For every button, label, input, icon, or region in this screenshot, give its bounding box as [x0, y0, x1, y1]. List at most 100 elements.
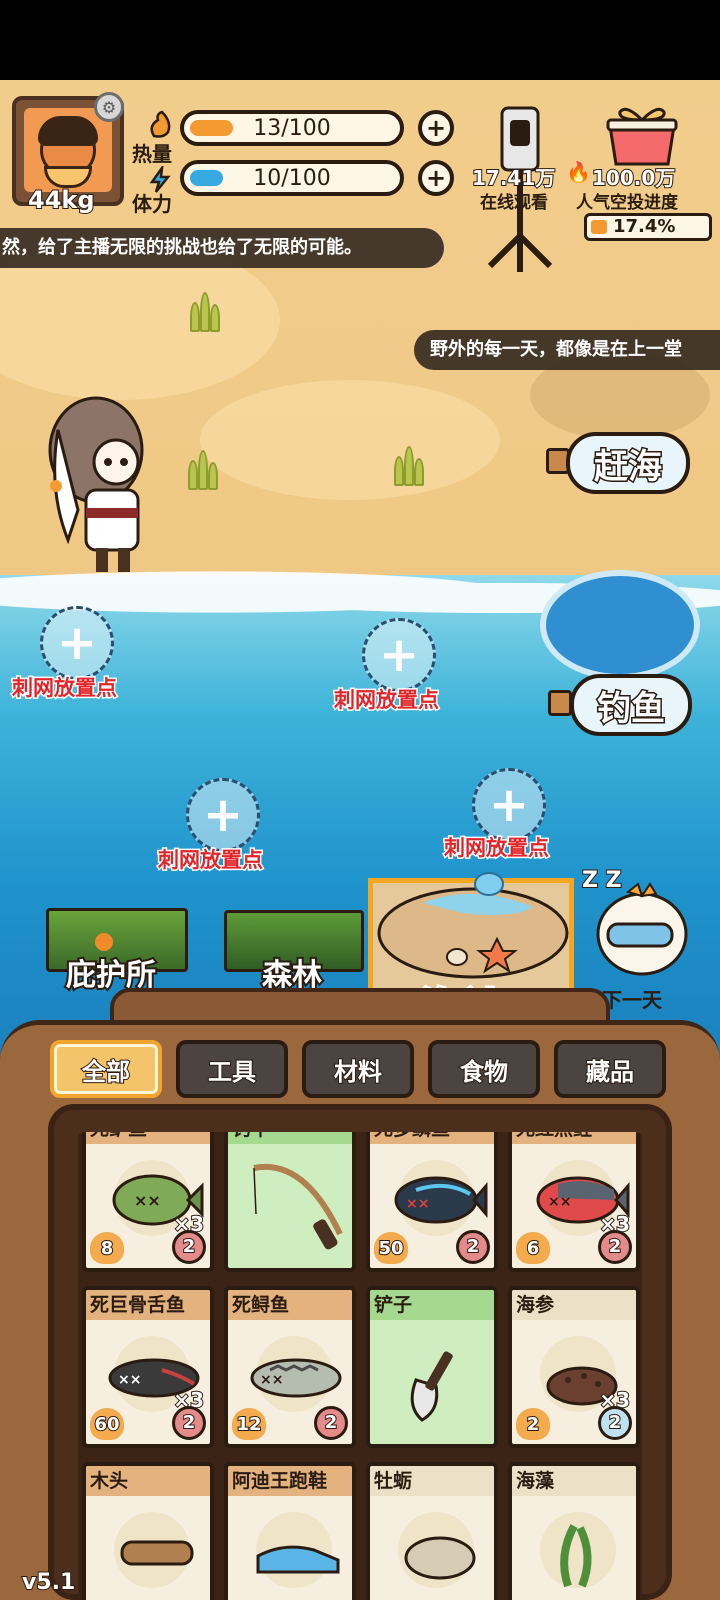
item-weight-badge: 2 — [598, 1406, 632, 1440]
shoe-icon — [256, 1545, 340, 1574]
inventory-panel: 死鲈鱼×××382钓竿死多鳞鱼××502死红点鲑×××362死巨骨舌鱼×××36… — [48, 1104, 672, 1600]
item-weight-badge: 2 — [172, 1406, 206, 1440]
player-weight: 44kg — [27, 185, 96, 215]
inventory-grid[interactable]: 死鲈鱼×××382钓竿死多鳞鱼××502死红点鲑×××362死巨骨舌鱼×××36… — [78, 1132, 642, 1600]
heat-value: 13/100 — [253, 116, 331, 141]
item-name: 铲子 — [370, 1290, 494, 1320]
net-slot-label: 刺网放置点 — [11, 675, 119, 702]
popularity-count: 100.0万 — [591, 165, 676, 191]
stamina-bar: 10/100 — [180, 160, 404, 196]
scrolling-message: 然，给了主播无限的挑战也给了无限的可能。 — [0, 228, 444, 268]
item-weight-badge: 2 — [456, 1230, 490, 1264]
airdrop-progress-value: 17.4% — [613, 216, 676, 237]
item-name: 海藻 — [512, 1466, 636, 1496]
grass-tuft — [188, 288, 224, 332]
net-slot-button[interactable]: + — [362, 618, 436, 692]
sleep-zzz-icon: Z Z — [581, 867, 623, 894]
heat-label: 热量 — [132, 142, 172, 166]
oyster-icon — [404, 1536, 476, 1580]
fishing-rod-icon — [253, 1163, 343, 1250]
net-slot-label: 刺网放置点 — [333, 687, 441, 714]
inventory-item[interactable]: 阿迪王跑鞋 — [224, 1462, 356, 1600]
grass-tuft — [392, 442, 428, 486]
inventory-item[interactable]: 木头 — [82, 1462, 214, 1600]
svg-text:××: ×× — [406, 1196, 429, 1212]
item-calorie-badge: 12 — [232, 1408, 266, 1440]
inventory-item[interactable]: 死多鳞鱼 ×× 50 2 — [366, 1132, 498, 1272]
item-calorie-badge: 60 — [90, 1408, 124, 1440]
airdrop-progress-fill — [591, 220, 607, 234]
shovel-icon — [410, 1351, 453, 1422]
item-name: 死鲟鱼 — [228, 1290, 352, 1320]
net-slot-label: 刺网放置点 — [443, 835, 551, 862]
inventory-item[interactable]: 牡蛎 — [366, 1462, 498, 1600]
fish-jump-icon — [474, 872, 504, 896]
item-name: 木头 — [86, 1466, 210, 1496]
add-stamina-button[interactable]: + — [418, 160, 454, 196]
item-calorie-badge: 8 — [90, 1232, 124, 1264]
stamina-value: 10/100 — [253, 166, 331, 191]
tab-collectibles[interactable]: 藏品 — [554, 1040, 666, 1098]
gear-icon[interactable]: ⚙ — [94, 92, 124, 122]
sand-dune — [200, 380, 500, 500]
heat-icon — [146, 110, 174, 138]
add-heat-button[interactable]: + — [418, 110, 454, 146]
item-name: 死红点鲑 — [512, 1132, 636, 1144]
item-calorie-badge: 2 — [516, 1408, 550, 1440]
inventory-item[interactable]: 死巨骨舌鱼 ×× ×3 60 2 — [82, 1286, 214, 1448]
scrolling-message: 野外的每一天，都像是在上一堂 — [414, 330, 720, 370]
inventory-item[interactable]: 钓竿 — [224, 1132, 356, 1272]
inventory-item[interactable]: 海参 ×3 2 2 — [508, 1286, 640, 1448]
tab-materials[interactable]: 材料 — [302, 1040, 414, 1098]
grass-tuft — [186, 446, 222, 490]
stamina-label: 体力 — [132, 192, 172, 216]
tide-collect-button[interactable]: 赶海 — [566, 432, 690, 494]
svg-text:××: ×× — [134, 1191, 161, 1210]
item-calorie-badge: 50 — [374, 1232, 408, 1264]
gift-box-icon[interactable] — [604, 104, 680, 166]
wood-icon — [120, 1540, 194, 1566]
heat-bar: 13/100 — [180, 110, 404, 146]
svg-text:××: ×× — [548, 1194, 571, 1210]
inventory-item[interactable]: 死红点鲑×××362 — [508, 1132, 640, 1272]
item-weight-badge: 2 — [598, 1230, 632, 1264]
item-name: 牡蛎 — [370, 1466, 494, 1496]
item-name: 钓竿 — [228, 1132, 352, 1144]
food-bowl-icon — [44, 166, 92, 188]
airdrop-progress: 17.4% — [584, 213, 712, 241]
inventory-item[interactable]: 铲子 — [366, 1286, 498, 1448]
svg-text:××: ×× — [118, 1372, 141, 1388]
tab-tools[interactable]: 工具 — [176, 1040, 288, 1098]
net-slot-button[interactable]: + — [40, 606, 114, 680]
net-slot-button[interactable]: + — [472, 768, 546, 842]
inventory-item[interactable]: 海藻 — [508, 1462, 640, 1600]
viewer-caption: 在线观看 — [480, 193, 548, 213]
version-label: v5.1 — [21, 1569, 76, 1596]
item-name: 死多鳞鱼 — [370, 1132, 494, 1144]
item-weight-badge: 2 — [172, 1230, 206, 1264]
item-name: 死鲈鱼 — [86, 1132, 210, 1144]
inventory-item[interactable]: 死鲟鱼 ×× 12 2 — [224, 1286, 356, 1448]
item-name: 海参 — [512, 1290, 636, 1320]
inventory-item[interactable]: 死鲈鱼×××382 — [82, 1132, 214, 1272]
seaweed-icon — [560, 1524, 592, 1588]
tab-all[interactable]: 全部 — [50, 1040, 162, 1098]
svg-text:××: ×× — [260, 1372, 283, 1388]
fishing-pool — [540, 570, 700, 680]
item-calorie-badge: 6 — [516, 1232, 550, 1264]
next-day-label: 下一天 — [602, 988, 662, 1012]
net-slot-label: 刺网放置点 — [157, 847, 265, 874]
net-slot-button[interactable]: + — [186, 778, 260, 852]
campfire-icon — [95, 933, 113, 951]
item-weight-badge: 2 — [314, 1406, 348, 1440]
fishing-button[interactable]: 钓鱼 — [570, 674, 692, 736]
streamer-character[interactable] — [38, 390, 148, 580]
flame-icon: 🔥 — [566, 160, 591, 184]
viewer-count: 17.41万 — [471, 165, 556, 191]
cork-icon — [548, 690, 572, 716]
item-name: 死巨骨舌鱼 — [86, 1290, 210, 1320]
avatar-portrait — [24, 108, 112, 192]
item-name: 阿迪王跑鞋 — [228, 1466, 352, 1496]
tab-food[interactable]: 食物 — [428, 1040, 540, 1098]
popularity-caption: 人气空投进度 — [576, 193, 678, 213]
